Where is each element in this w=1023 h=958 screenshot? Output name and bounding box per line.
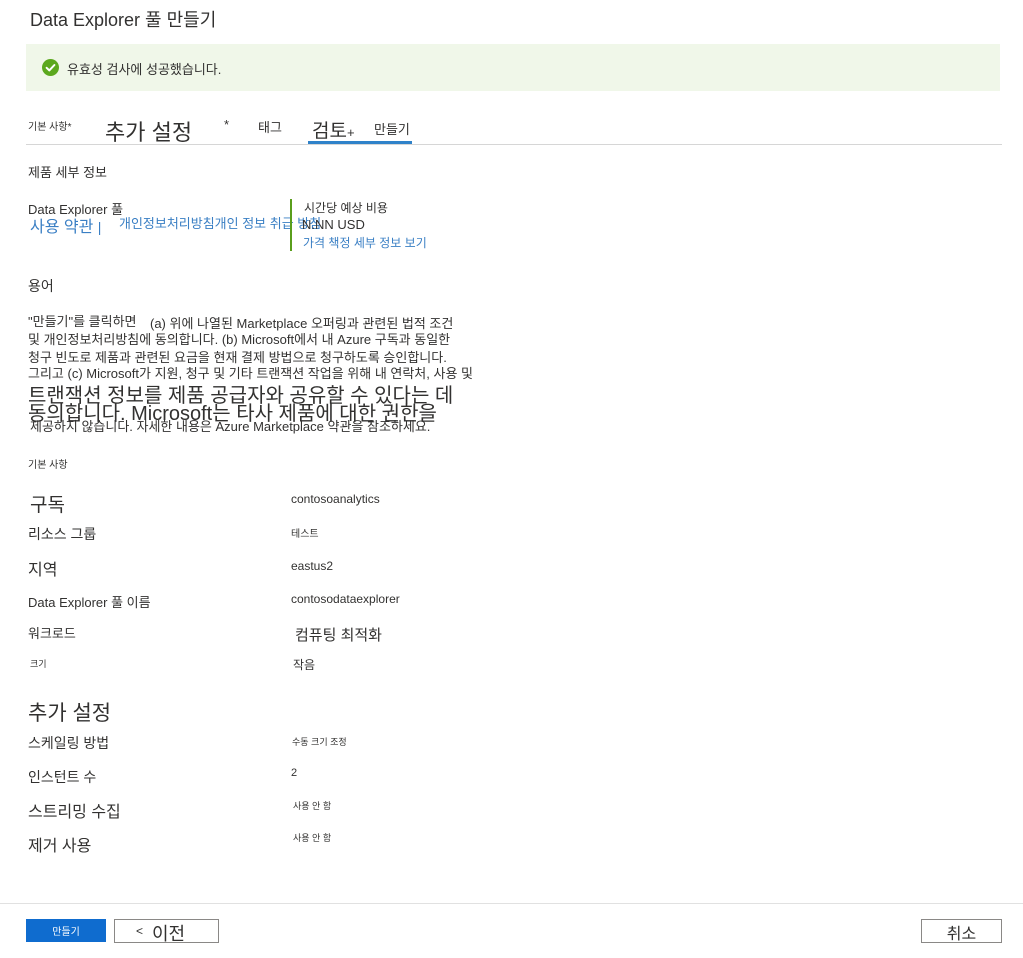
basics-heading: 기본 사항 (28, 460, 68, 471)
summary-label-instance-count: 인스턴트 수 (28, 769, 97, 785)
terms-line-7: 제공하지 않습니다. 자세한 내용은 Azure Marketplace 약관을… (30, 419, 431, 434)
summary-label-size: 크기 (30, 659, 47, 669)
summary-label-subscription: 구독 (30, 495, 65, 516)
success-check-icon (42, 59, 59, 76)
summary-value-streaming-ingestion: 사용 안 함 (293, 801, 332, 811)
summary-value-pool-name: contosodataexplorer (291, 592, 400, 606)
summary-label-workload: 워크로드 (28, 626, 76, 641)
tab-review[interactable]: 검토+ (312, 116, 355, 143)
cost-value: N.NN USD (302, 217, 365, 232)
summary-value-workload: 컴퓨팅 최적화 (295, 627, 382, 644)
summary-label-pool-name: Data Explorer 풀 이름 (28, 595, 151, 610)
required-star: * (224, 117, 230, 132)
summary-label-region: 지역 (28, 562, 58, 579)
create-button[interactable]: 만들기 (26, 919, 106, 942)
tabs-divider (26, 144, 1002, 145)
summary-label-purge: 제거 사용 (28, 838, 92, 855)
tab-tags[interactable]: 태그 (258, 117, 282, 136)
terms-of-use-link[interactable]: 사용 약관 (30, 219, 93, 236)
additional-settings-heading: 추가 설정 (28, 702, 112, 725)
summary-label-resource-group: 리소스 그룹 (28, 526, 97, 542)
banner-message: 유효성 검사에 성공했습니다. (67, 62, 222, 77)
cancel-button[interactable]: 취소 (921, 919, 1002, 943)
footer-divider (0, 903, 1023, 904)
summary-value-region: eastus2 (291, 559, 334, 573)
required-star: * (67, 122, 72, 133)
terms-line-1a: "만들기"를 클릭하면 (28, 314, 137, 329)
tab-additional-settings[interactable]: 추가 설정 (105, 115, 192, 147)
product-details-heading: 제품 세부 정보 (28, 165, 107, 180)
chevron-left-icon: < (136, 924, 144, 938)
cost-accent-bar (290, 199, 292, 251)
link-separator: | (97, 219, 102, 235)
summary-value-scaling-method: 수동 크기 조정 (292, 737, 347, 747)
pricing-details-link[interactable]: 가격 책정 세부 정보 보기 (303, 234, 427, 251)
cost-label: 시간당 예상 비용 (304, 201, 388, 215)
summary-label-scaling-method: 스케일링 방법 (28, 735, 110, 751)
previous-button[interactable]: < 이전 (114, 919, 219, 944)
active-tab-indicator (308, 141, 412, 144)
tab-review-plus: + (346, 125, 355, 140)
previous-button-label: 이전 (152, 924, 186, 944)
summary-value-subscription: contosoanalytics (291, 492, 380, 506)
terms-of-use-row: 사용 약관 | (30, 213, 101, 237)
summary-value-resource-group: 테스트 (291, 529, 319, 540)
summary-label-streaming-ingestion: 스트리밍 수집 (28, 804, 121, 821)
terms-heading: 용어 (28, 278, 54, 294)
summary-value-size: 작음 (293, 658, 316, 672)
tab-basics[interactable]: 기본 사항* (28, 118, 72, 133)
summary-value-purge: 사용 안 함 (293, 833, 332, 843)
validation-banner: 유효성 검사에 성공했습니다. (26, 44, 1000, 91)
tab-review-label: 검토 (312, 121, 347, 142)
page-title: Data Explorer 풀 만들기 (30, 10, 217, 30)
terms-line-2: 및 개인정보처리방침에 동의합니다. (b) Microsoft에서 내 Azu… (28, 332, 451, 347)
tab-basics-label: 기본 사항 (28, 122, 68, 133)
tab-create[interactable]: 만들기 (374, 119, 410, 138)
summary-value-instance-count: 2 (291, 767, 298, 779)
